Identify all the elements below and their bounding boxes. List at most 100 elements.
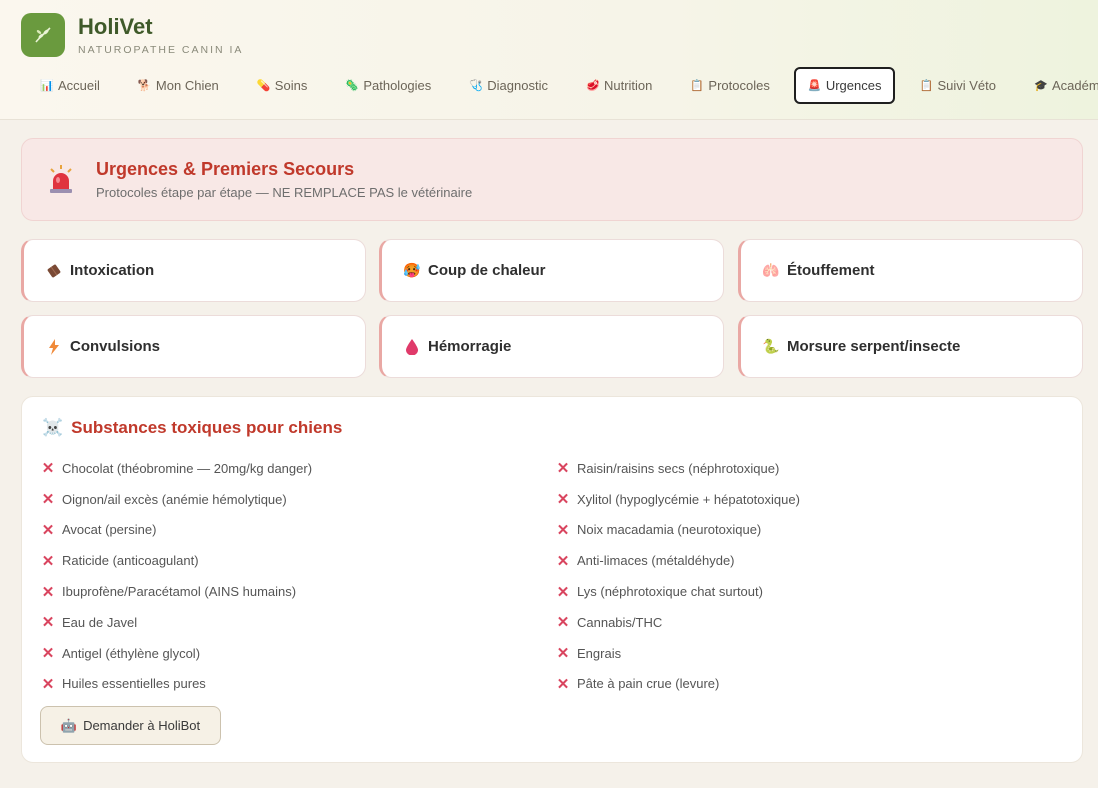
app-header: HoliVet NATUROPATHE CANIN IA 📊 Accueil 🐕… bbox=[0, 0, 1098, 120]
cross-mark-icon: ✕ bbox=[556, 552, 570, 570]
toxic-item-text: Engrais bbox=[577, 645, 622, 661]
toxic-item-text: Lys (néphrotoxique chat surtout) bbox=[577, 584, 763, 600]
paw-icon: 🐕 bbox=[137, 80, 152, 92]
panel-title: ☠️ Substances toxiques pour chiens bbox=[42, 418, 342, 438]
snake-icon: 🐍 bbox=[762, 338, 780, 355]
skull-crossbones-icon: ☠️ bbox=[42, 418, 64, 437]
nav-item-mon-chien[interactable]: 🐕 Mon Chien bbox=[124, 67, 233, 104]
microbe-icon: 🦠 bbox=[345, 80, 360, 92]
robot-icon: 🤖 bbox=[60, 717, 78, 733]
hot-face-icon: 🥵 bbox=[403, 262, 421, 279]
nav-item-nutrition[interactable]: 🥩 Nutrition bbox=[572, 67, 666, 104]
list-item: ✕ Lys (néphrotoxique chat surtout) bbox=[556, 576, 800, 607]
card-morsure[interactable]: 🐍 Morsure serpent/insecte bbox=[738, 315, 1083, 378]
toxic-item-text: Avocat (persine) bbox=[62, 522, 157, 538]
logo[interactable] bbox=[21, 13, 65, 57]
toxic-list-right: ✕ Raisin/raisins secs (néphrotoxique) ✕ Xy… bbox=[556, 453, 800, 699]
leaf-icon bbox=[35, 27, 51, 43]
brand-title: HoliVet bbox=[78, 14, 153, 39]
toxic-item-text: Anti-limaces (métaldéhyde) bbox=[577, 553, 735, 569]
ask-holibot-label: Demander à HoliBot bbox=[83, 718, 201, 733]
nav-label: Mon Chien bbox=[155, 78, 219, 93]
toxic-item-text: Chocolat (théobromine — 20mg/kg danger) bbox=[62, 460, 313, 476]
cross-mark-icon: ✕ bbox=[556, 675, 570, 693]
cross-mark-icon: ✕ bbox=[556, 645, 570, 663]
nav-item-academie[interactable]: 🎓 Académie bbox=[1020, 67, 1098, 104]
nav-item-pathologies[interactable]: 🦠 Pathologies bbox=[331, 67, 445, 104]
lungs-icon: 🫁 bbox=[762, 262, 780, 279]
list-item: ✕ Huiles essentielles pures bbox=[41, 669, 312, 700]
cross-mark-icon: ✕ bbox=[41, 583, 55, 601]
siren-icon: 🚨 bbox=[807, 80, 822, 92]
cross-mark-icon: ✕ bbox=[556, 521, 570, 539]
cross-mark-icon: ✕ bbox=[41, 675, 55, 693]
toxic-item-text: Cannabis/THC bbox=[577, 614, 663, 630]
toxic-item-text: Antigel (éthylène glycol) bbox=[62, 645, 201, 661]
card-label: Étouffement bbox=[787, 262, 875, 279]
cross-mark-icon: ✕ bbox=[556, 583, 570, 601]
nav-label: Pathologies bbox=[363, 78, 432, 93]
nav-item-protocoles[interactable]: 📋 Protocoles bbox=[676, 67, 783, 104]
toxic-item-text: Pâte à pain crue (levure) bbox=[577, 676, 720, 692]
list-item: ✕ Cannabis/THC bbox=[556, 607, 800, 638]
list-item: ✕ Oignon/ail excès (anémie hémolytique) bbox=[41, 484, 312, 515]
nav-label: Nutrition bbox=[603, 78, 653, 93]
nav-item-diagnostic[interactable]: 🩺 Diagnostic bbox=[455, 67, 562, 104]
toxic-substances-panel: ☠️ Substances toxiques pour chiens ✕ Choc… bbox=[21, 396, 1083, 763]
ask-holibot-button[interactable]: 🤖 Demander à HoliBot bbox=[40, 706, 221, 745]
cross-mark-icon: ✕ bbox=[41, 491, 55, 509]
stethoscope-icon: 🩺 bbox=[469, 80, 483, 92]
bar-chart-icon: 📊 bbox=[40, 80, 54, 92]
toxic-list-left: ✕ Chocolat (théobromine — 20mg/kg danger)… bbox=[41, 453, 312, 699]
nav-label: Accueil bbox=[58, 78, 100, 93]
nav-label: Soins bbox=[274, 78, 308, 93]
banner-title: Urgences & Premiers Secours bbox=[96, 159, 355, 179]
cross-mark-icon: ✕ bbox=[41, 552, 55, 570]
nav-item-accueil[interactable]: 📊 Accueil bbox=[26, 67, 114, 104]
nav-label: Urgences bbox=[825, 78, 882, 93]
toxic-item-text: Raisin/raisins secs (néphrotoxique) bbox=[577, 460, 780, 476]
clipboard-icon: 📋 bbox=[919, 80, 934, 92]
chocolate-icon bbox=[46, 263, 62, 279]
siren-icon bbox=[50, 165, 72, 193]
nav-label: Protocoles bbox=[708, 78, 770, 93]
lightning-icon bbox=[46, 338, 62, 355]
toxic-item-text: Noix macadamia (neurotoxique) bbox=[577, 522, 762, 538]
cross-mark-icon: ✕ bbox=[41, 614, 55, 632]
card-label: Coup de chaleur bbox=[428, 262, 546, 279]
list-item: ✕ Xylitol (hypoglycémie + hépatotoxique) bbox=[556, 484, 800, 515]
card-intoxication[interactable]: Intoxication bbox=[21, 239, 366, 302]
graduation-cap-icon: 🎓 bbox=[1034, 80, 1048, 92]
list-item: ✕ Antigel (éthylène glycol) bbox=[41, 638, 312, 669]
nav-label: Diagnostic bbox=[487, 78, 548, 93]
cross-mark-icon: ✕ bbox=[41, 521, 55, 539]
cross-mark-icon: ✕ bbox=[41, 460, 55, 478]
toxic-item-text: Eau de Javel bbox=[62, 614, 138, 630]
list-item: ✕ Raisin/raisins secs (néphrotoxique) bbox=[556, 453, 800, 484]
card-convulsions[interactable]: Convulsions bbox=[21, 315, 366, 378]
list-item: ✕ Engrais bbox=[556, 638, 800, 669]
nav-item-urgences[interactable]: 🚨 Urgences bbox=[793, 67, 896, 104]
card-coup-de-chaleur[interactable]: 🥵 Coup de chaleur bbox=[379, 239, 724, 302]
list-item: ✕ Ibuprofène/Paracétamol (AINS humains) bbox=[41, 576, 312, 607]
pill-icon: 💊 bbox=[256, 80, 271, 92]
toxic-item-text: Raticide (anticoagulant) bbox=[62, 553, 199, 569]
card-etouffement[interactable]: 🫁 Étouffement bbox=[738, 239, 1083, 302]
list-item: ✕ Noix macadamia (neurotoxique) bbox=[556, 515, 800, 546]
nav-item-soins[interactable]: 💊 Soins bbox=[243, 67, 322, 104]
cross-mark-icon: ✕ bbox=[556, 614, 570, 632]
banner-subtitle: Protocoles étape par étape — NE REMPLACE… bbox=[96, 185, 473, 200]
panel-title-text: Substances toxiques pour chiens bbox=[71, 418, 343, 437]
card-label: Intoxication bbox=[70, 262, 155, 279]
nav-item-suivi-veto[interactable]: 📋 Suivi Véto bbox=[905, 67, 1010, 104]
toxic-item-text: Ibuprofène/Paracétamol (AINS humains) bbox=[62, 584, 297, 600]
toxic-item-text: Oignon/ail excès (anémie hémolytique) bbox=[62, 491, 287, 507]
list-item: ✕ Chocolat (théobromine — 20mg/kg danger) bbox=[41, 453, 312, 484]
nav-label: Académie bbox=[1052, 78, 1098, 93]
clipboard-icon: 📋 bbox=[690, 80, 705, 92]
list-item: ✕ Avocat (persine) bbox=[41, 515, 312, 546]
card-hemorragie[interactable]: Hémorragie bbox=[379, 315, 724, 378]
meat-icon: 🥩 bbox=[585, 80, 600, 92]
brand-subtitle: NATUROPATHE CANIN IA bbox=[78, 44, 244, 56]
card-label: Hémorragie bbox=[428, 338, 512, 355]
